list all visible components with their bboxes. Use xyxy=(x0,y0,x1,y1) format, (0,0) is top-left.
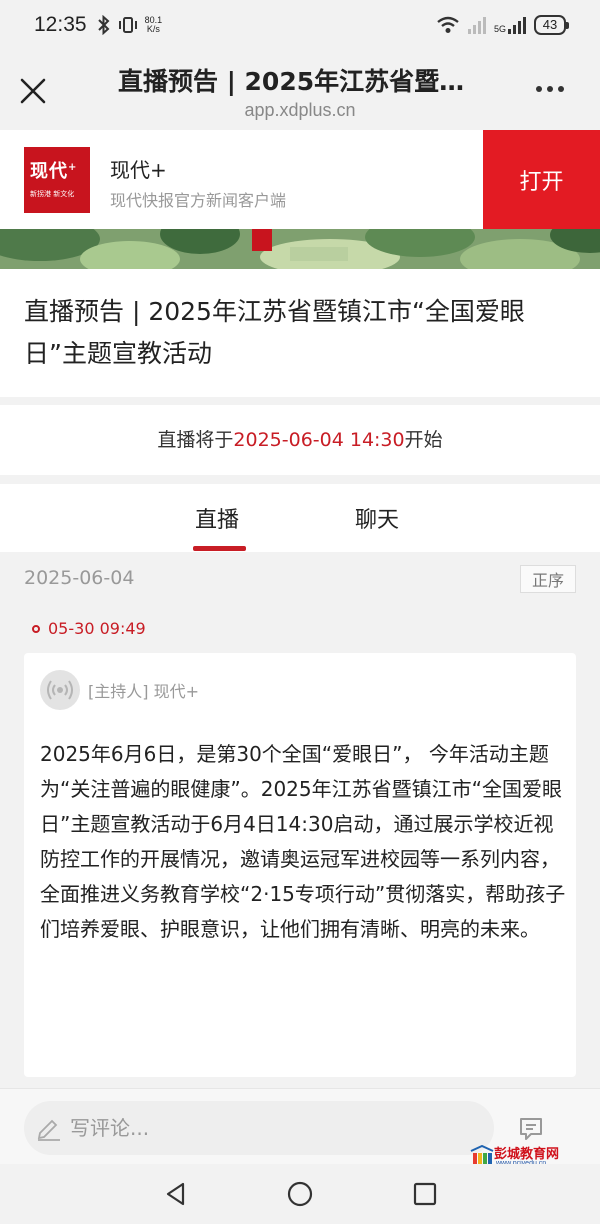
more-menu-icon[interactable] xyxy=(536,86,564,92)
battery-indicator: 43 xyxy=(534,15,569,35)
article-title: 直播预告 | 2025年江苏省暨镇江市“全国爱眼日”主题宣教活动 xyxy=(24,297,525,368)
pen-icon xyxy=(37,1119,60,1141)
header-banner-image xyxy=(0,229,600,269)
page-url: app.xdplus.cn xyxy=(244,100,356,120)
net-speed: 80.1 K/s xyxy=(145,16,163,34)
schedule-prefix: 直播将于 xyxy=(157,429,234,451)
signal-bars-sim1-icon xyxy=(467,16,486,34)
sort-order-button[interactable]: 正序 xyxy=(520,565,576,593)
post-body: 2025年6月6日，是第30个全国“爱眼日”， 今年活动主题为“关注普遍的眼健康… xyxy=(40,742,566,941)
content-tabs: 直播 聊天 xyxy=(0,484,600,552)
recent-apps-icon[interactable] xyxy=(410,1179,440,1209)
browser-nav-bar: 直播预告 | 2025年江苏省暨… app.xdplus.cn xyxy=(0,50,600,130)
logo-tagline: 新拐港 新文化 xyxy=(30,190,75,198)
back-icon[interactable] xyxy=(161,1179,191,1209)
logo-text: 现代 xyxy=(30,161,68,182)
app-description: 现代快报官方新闻客户端 xyxy=(110,191,287,210)
broadcast-icon xyxy=(47,680,73,700)
live-post-card: [主持人] 现代+ 2025年6月6日，是第30个全国“爱眼日”， 今年活动主题… xyxy=(24,653,576,1077)
live-schedule: 直播将于2025-06-04 14:30开始 xyxy=(0,405,600,475)
post-timestamp: 05-30 09:49 xyxy=(32,619,146,638)
open-app-button[interactable]: 打开 xyxy=(483,130,600,229)
status-time: 12:35 xyxy=(34,13,87,36)
feed-date: 2025-06-04 xyxy=(24,567,135,589)
post-author: [主持人] 现代+ xyxy=(88,682,199,701)
chat-bubble-icon[interactable] xyxy=(517,1115,545,1143)
page-title: 直播预告 | 2025年江苏省暨… xyxy=(118,67,465,96)
net-speed-unit: K/s xyxy=(146,24,160,34)
app-name: 现代+ xyxy=(110,158,167,182)
system-nav-bar xyxy=(0,1164,600,1224)
logo-sup: + xyxy=(68,162,78,173)
bluetooth-icon xyxy=(97,15,110,35)
comment-input[interactable] xyxy=(24,1101,494,1155)
schedule-suffix: 开始 xyxy=(404,429,443,451)
app-logo: 现代+ 新拐港 新文化 xyxy=(24,147,90,213)
status-icons-right: 5G 43 xyxy=(436,15,569,35)
app-download-banner: 现代+ 新拐港 新文化 现代+ 现代快报官方新闻客户端 打开 xyxy=(0,130,600,229)
battery-level: 43 xyxy=(542,17,558,32)
active-tab-indicator xyxy=(193,546,246,551)
post-time-text: 05-30 09:49 xyxy=(48,619,146,638)
leaf-pattern-image xyxy=(0,229,600,269)
status-bar: 12:35 80.1 K/s 5G 43 xyxy=(0,0,600,50)
tab-live[interactable]: 直播 xyxy=(195,502,239,534)
status-icons-left: 80.1 K/s xyxy=(97,15,163,35)
wifi-icon xyxy=(437,16,459,33)
signal-5g: 5G xyxy=(494,16,526,34)
article-title-card: 直播预告 | 2025年江苏省暨镇江市“全国爱眼日”主题宣教活动 xyxy=(0,269,600,397)
home-icon[interactable] xyxy=(285,1179,315,1209)
timeline-dot-icon xyxy=(32,624,40,633)
signal-bars-sim2-icon xyxy=(508,16,526,34)
tab-chat[interactable]: 聊天 xyxy=(355,502,399,534)
avatar xyxy=(40,670,80,710)
vibrate-icon xyxy=(118,17,137,33)
network-type-label: 5G xyxy=(493,24,506,34)
schedule-time: 2025-06-04 14:30 xyxy=(233,429,405,451)
